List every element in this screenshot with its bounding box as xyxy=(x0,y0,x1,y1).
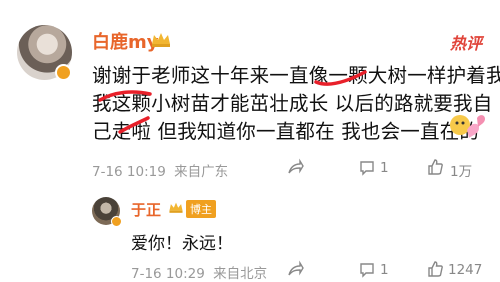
reply-author-name[interactable]: 于正 xyxy=(131,199,161,220)
comment-icon[interactable] xyxy=(358,260,376,278)
blogger-badge: 博主 xyxy=(186,200,216,218)
location-text: 来自广东 xyxy=(174,164,229,180)
reply-timestamp: 7-16 10:29 来自北京 xyxy=(131,262,267,282)
annotation-underline-mark xyxy=(118,116,150,134)
like-count: 1万 xyxy=(450,164,473,180)
hot-comment-badge: 热评 xyxy=(450,34,483,53)
share-icon[interactable] xyxy=(286,158,304,176)
author-name[interactable]: 白鹿my xyxy=(92,28,159,54)
comment-count: 1 xyxy=(380,160,389,176)
like-thumb-icon[interactable] xyxy=(426,158,444,176)
emoji-sticker-icon xyxy=(450,115,485,138)
share-icon[interactable] xyxy=(286,260,304,278)
comment-timestamp: 7-16 10:19 来自广东 xyxy=(92,160,228,180)
like-thumb-icon[interactable] xyxy=(426,260,444,278)
annotation-underline-mark xyxy=(314,70,367,86)
crown-icon xyxy=(152,33,170,47)
reply-comment-count: 1 xyxy=(380,262,389,278)
location-text: 来自北京 xyxy=(213,266,268,282)
date-text: 7-16 10:19 xyxy=(92,164,166,180)
comment-icon[interactable] xyxy=(358,158,376,176)
reply-verified-icon xyxy=(111,216,122,227)
reply-like-count: 1247 xyxy=(448,262,483,278)
verified-badge-icon xyxy=(55,64,72,81)
reply-text: 爱你！永远！ xyxy=(131,234,233,254)
date-text: 7-16 10:29 xyxy=(131,266,205,282)
crown-icon xyxy=(169,202,183,213)
annotation-underline-mark xyxy=(98,90,152,102)
